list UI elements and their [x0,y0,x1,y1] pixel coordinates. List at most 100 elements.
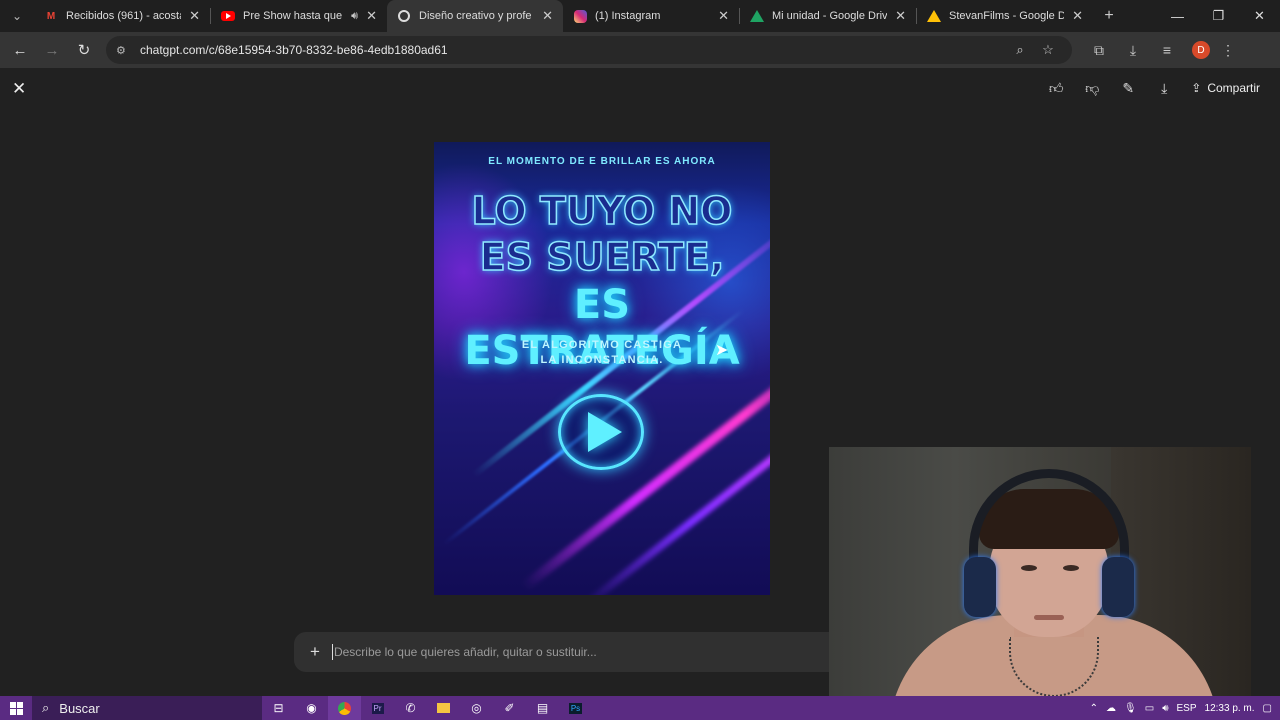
discord-icon[interactable]: ◉ [295,696,328,720]
tab-google-drive[interactable]: Mi unidad - Google Drive ✕ [740,0,916,32]
media-app-icon[interactable]: ◎ [460,696,493,720]
tray-chevron-icon[interactable]: ⌃ [1090,703,1098,714]
menu-kebab-icon[interactable]: ⋮ [1218,42,1238,59]
light-streak [581,356,770,595]
headline-line: ES SUERTE, [479,234,725,280]
close-viewer-icon[interactable]: ✕ [12,79,26,99]
task-view-icon[interactable]: ⊟ [262,696,295,720]
browser-tab-strip: ⌄ M Recibidos (961) - acosta ✕ Pre Show … [0,0,1280,32]
downloads-icon[interactable]: ⤓ [1116,42,1150,59]
media-controls-icon[interactable]: ≡ [1150,42,1184,58]
edit-brush-icon[interactable]: ✎ [1113,76,1143,100]
drive-icon [927,9,941,23]
address-bar[interactable]: ⚙ chatgpt.com/c/68e15954-3b70-8332-be86-… [106,36,1072,64]
webcam-person [1021,565,1037,571]
edit-prompt-bar: + [294,632,834,672]
language-indicator[interactable]: ESP [1177,703,1197,714]
headset-icon [1102,557,1134,617]
edit-prompt-input[interactable] [333,645,794,659]
webcam-overlay [829,447,1251,697]
tab-stevanfilms-drive[interactable]: StevanFilms - Google D ✕ [917,0,1093,32]
site-info-icon[interactable]: ⚙ [116,44,136,57]
close-tab-icon[interactable]: ✕ [895,8,906,24]
headset-icon [964,557,996,617]
tab-chatgpt[interactable]: Diseño creativo y profe ✕ [387,0,563,32]
headline-line: LO TUYO NO [471,188,733,234]
url-text[interactable]: chatgpt.com/c/68e15954-3b70-8332-be86-4e… [140,43,1006,57]
share-label: Compartir [1207,81,1260,95]
notepad-icon[interactable]: ▤ [526,696,559,720]
speaker-icon[interactable]: 🔊︎ [351,10,358,23]
close-tab-icon[interactable]: ✕ [718,8,729,24]
notifications-icon[interactable]: ▢ [1263,703,1272,714]
instagram-icon [573,9,587,23]
tab-gmail[interactable]: M Recibidos (961) - acosta ✕ [34,0,210,32]
window-controls: — ❐ ✕ [1157,0,1280,32]
share-button[interactable]: ⇪ Compartir [1185,77,1266,99]
tab-label: Recibidos (961) - acosta [66,10,182,22]
tab-search-chevron-icon[interactable]: ⌄ [0,0,34,32]
tab-youtube[interactable]: Pre Show hasta que 🔊︎ ✕ [211,0,387,32]
start-button[interactable] [0,696,32,720]
tab-label: Diseño creativo y profe [419,10,532,22]
close-tab-icon[interactable]: ✕ [189,8,200,24]
back-icon[interactable]: ← [4,42,36,59]
close-tab-icon[interactable]: ✕ [1072,8,1083,24]
clock[interactable]: 12:33 p. m. [1205,703,1255,714]
tab-label: (1) Instagram [595,10,661,22]
tab-label: StevanFilms - Google D [949,10,1065,22]
download-icon[interactable]: ⤓ [1149,76,1179,100]
mouse-cursor-icon: ➤ [715,342,729,359]
whatsapp-icon[interactable]: ✆ [394,696,427,720]
viewer-actions: 👍︎ 👎︎ ✎ ⤓ ⇪ Compartir [1041,76,1266,100]
system-tray: ⌃ ☁ 🎙︎ ▭ 🔊︎ ESP 12:33 p. m. ▢ [1090,703,1280,714]
tab-label: Pre Show hasta que [243,10,343,22]
extensions-icon[interactable]: ⧉ [1082,42,1116,59]
search-label: Buscar [59,700,100,716]
poster-headline: LO TUYO NO ES SUERTE, [434,188,770,280]
volume-icon[interactable]: 🔊︎ [1162,703,1168,714]
reload-icon[interactable]: ↻ [68,41,100,59]
photoshop-icon[interactable]: Ps [559,696,592,720]
microphone-icon[interactable]: 🎙︎ [1124,703,1137,714]
play-icon [558,394,644,470]
thumbs-down-icon[interactable]: 👎︎ [1077,76,1107,100]
webcam-person [1063,565,1079,571]
premiere-pro-icon[interactable]: Pr [361,696,394,720]
browser-toolbar: ← → ↻ ⚙ chatgpt.com/c/68e15954-3b70-8332… [0,32,1280,68]
drive-icon [750,9,764,23]
close-window-icon[interactable]: ✕ [1239,0,1280,32]
onedrive-icon[interactable]: ☁ [1106,703,1116,714]
tab-label: Mi unidad - Google Drive [772,10,888,22]
image-viewer: ✕ 👍︎ 👎︎ ✎ ⤓ ⇪ Compartir EL MOMENTO DE E … [0,68,1280,697]
close-tab-icon[interactable]: ✕ [366,8,377,24]
webcam-person [1034,615,1064,620]
share-icon: ⇪ [1191,81,1202,95]
minimize-icon[interactable]: — [1157,0,1198,32]
close-tab-icon[interactable]: ✕ [542,8,553,24]
file-explorer-icon[interactable] [427,696,460,720]
profile-avatar[interactable]: D [1192,41,1210,59]
forward-icon[interactable]: → [36,42,68,59]
restore-icon[interactable]: ❐ [1198,0,1239,32]
add-attachment-icon[interactable]: + [310,642,320,662]
paint-app-icon[interactable]: ✐ [493,696,526,720]
text-caret [331,644,333,660]
taskbar-search[interactable]: ⌕ Buscar [32,696,262,720]
toolbar-actions: ⧉ ⤓ ≡ D ⋮ [1082,41,1238,59]
gmail-icon: M [46,10,56,22]
zoom-icon[interactable]: ⌕ [1006,42,1034,58]
network-icon[interactable]: ▭ [1145,703,1154,714]
poster-kicker: EL MOMENTO DE E BRILLAR ES AHORA [488,156,716,167]
thumbs-up-icon[interactable]: 👍︎ [1041,76,1071,100]
youtube-icon [221,9,235,23]
new-tab-button[interactable]: + [1093,7,1125,25]
chrome-icon[interactable] [328,696,361,720]
windows-taskbar: ⌕ Buscar ⊟ ◉ Pr ✆ ◎ ✐ ▤ Ps ⌃ ☁ 🎙︎ ▭ 🔊︎ E… [0,696,1280,720]
generated-poster-image[interactable]: EL MOMENTO DE E BRILLAR ES AHORA LO TUYO… [434,142,770,595]
windows-logo-icon [9,701,23,715]
search-icon: ⌕ [42,700,50,715]
bookmark-star-icon[interactable]: ☆ [1034,42,1062,58]
tab-instagram[interactable]: (1) Instagram ✕ [563,0,739,32]
chatgpt-icon [397,9,411,23]
